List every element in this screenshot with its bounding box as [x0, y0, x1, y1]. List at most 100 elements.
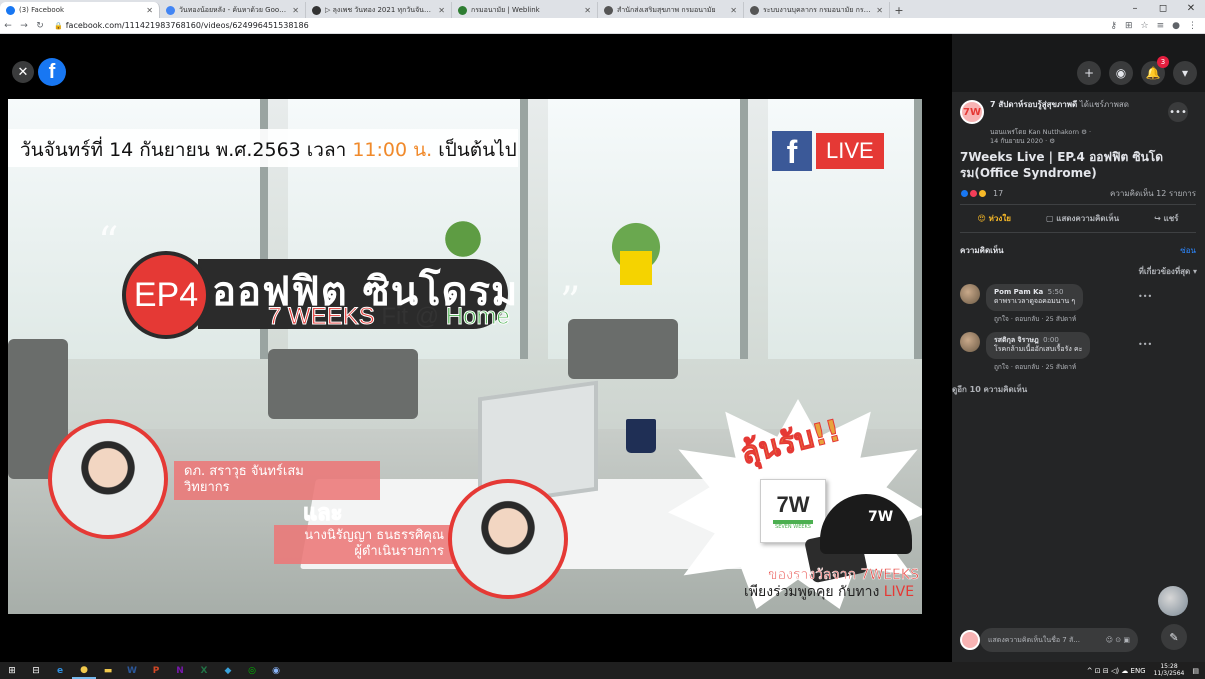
- tab-weblink[interactable]: กรมอนามัย | Weblink ✕: [452, 2, 598, 18]
- comment-more-icon[interactable]: •••: [1138, 340, 1152, 349]
- close-window-button[interactable]: ✕: [1177, 0, 1205, 18]
- forward-arrow-icon[interactable]: →: [16, 21, 32, 31]
- tab-close-icon[interactable]: ✕: [584, 6, 591, 15]
- time-text: 11:00 น.: [352, 139, 433, 161]
- prize-box: 7W SEVEN WEEKS: [760, 479, 826, 543]
- comment-button[interactable]: ▢ แสดงความคิดเห็น: [1046, 212, 1119, 225]
- host2-caption: นางนิรัญญา ธนธรรศิคุณ ผู้ดำเนินรายการ: [274, 525, 454, 564]
- window-controls: – ◻ ✕: [1121, 0, 1205, 18]
- tab-close-icon[interactable]: ✕: [292, 6, 299, 15]
- page-avatar[interactable]: 7W: [960, 100, 984, 124]
- onenote-icon[interactable]: N: [168, 662, 192, 679]
- prize-condition: เพียงร่วมพูดคุย กับทาง: [744, 584, 884, 600]
- share-button[interactable]: ↪ แชร์: [1154, 212, 1178, 225]
- messenger-icon[interactable]: ◉: [1109, 61, 1133, 85]
- word-icon[interactable]: W: [120, 662, 144, 679]
- comment-count[interactable]: ความคิดเห็น 12 รายการ: [1110, 187, 1196, 200]
- live-label: LIVE: [816, 133, 884, 169]
- care-reaction-button[interactable]: 😍 ห่วงใย: [978, 212, 1011, 225]
- tab-personnel[interactable]: ระบบงานบุคลากร กรมอนามัย กระทรว ✕: [744, 2, 890, 18]
- star-icon[interactable]: ☆: [1141, 21, 1149, 31]
- hide-comments-link[interactable]: ซ่อน: [1180, 244, 1196, 257]
- host1-caption: ดภ. สราวุธ จันทร์เสม วิทยากร: [174, 461, 380, 500]
- minimize-button[interactable]: –: [1121, 0, 1149, 18]
- app-icon[interactable]: ◉: [264, 662, 288, 679]
- post-date[interactable]: 14 กันยายน 2020 · ⚙: [990, 137, 1150, 146]
- menu-icon[interactable]: ⋮: [1188, 21, 1197, 31]
- reaction-icons[interactable]: 17: [960, 189, 1003, 198]
- commenter-avatar[interactable]: [960, 332, 980, 352]
- tab-facebook[interactable]: (3) Facebook ✕: [0, 2, 160, 18]
- page-name[interactable]: 7 สัปดาห์รอบรู้สู่สุขภาพดี: [990, 100, 1077, 109]
- create-plus-icon[interactable]: +: [1077, 61, 1101, 85]
- tab-close-icon[interactable]: ✕: [876, 6, 883, 15]
- comment-timestamp[interactable]: 5:50: [1048, 288, 1064, 296]
- tab-google[interactable]: วันทองน้อยหลัง - ค้นหาด้วย Google ✕: [160, 2, 306, 18]
- date-tail-text: เป็นต้นไป: [432, 139, 517, 161]
- maximize-button[interactable]: ◻: [1149, 0, 1177, 18]
- notifications-bell-icon[interactable]: 🔔 3: [1141, 56, 1169, 85]
- notification-center-icon[interactable]: ▤: [1192, 667, 1199, 675]
- comment-sort-dropdown[interactable]: ที่เกี่ยวข้องที่สุด ▾: [1139, 265, 1197, 278]
- tab-close-icon[interactable]: ✕: [730, 6, 737, 15]
- post-more-button[interactable]: •••: [1168, 102, 1188, 122]
- back-arrow-icon[interactable]: ←: [0, 21, 16, 31]
- divider: [960, 232, 1196, 233]
- app-icon[interactable]: ◆: [216, 662, 240, 679]
- line-icon[interactable]: ◎: [240, 662, 264, 679]
- close-viewer-button[interactable]: ✕: [12, 61, 34, 83]
- profile-icon[interactable]: ●: [1172, 21, 1180, 31]
- video-frame[interactable]: วันจันทร์ที่ 14 กันยายน พ.ศ.2563 เวลา 11…: [8, 99, 922, 614]
- tab-close-icon[interactable]: ✕: [438, 6, 445, 15]
- current-user-avatar[interactable]: [960, 630, 980, 650]
- excel-icon[interactable]: X: [192, 662, 216, 679]
- weblink-favicon-icon: [458, 5, 467, 15]
- file-explorer-icon[interactable]: ▬: [96, 662, 120, 679]
- task-view-icon[interactable]: ⊟: [24, 662, 48, 679]
- url-field[interactable]: facebook.com/111421983768160/videos/6249…: [66, 21, 1111, 30]
- commenter-name[interactable]: Pom Pam Ka: [994, 288, 1043, 296]
- tab-health-promotion[interactable]: สำนักส่งเสริมสุขภาพ กรมอนามัย ✕: [598, 2, 744, 18]
- comment-actions[interactable]: ถูกใจ · ตอบกลับ · 25 สัปดาห์: [994, 362, 1076, 372]
- post-side-panel: 7W 7 สัปดาห์รอบรู้สู่สุขภาพดี ได้แชร์ภาพ…: [952, 92, 1205, 662]
- facebook-logo-icon[interactable]: f: [38, 58, 66, 86]
- start-windows-icon[interactable]: ⊞: [0, 662, 24, 679]
- commenter-name[interactable]: รสติกุล จิราษฎ: [994, 336, 1039, 344]
- key-icon[interactable]: ⚷: [1110, 21, 1117, 31]
- tab-title: ▷ ลุงเพช วันทอง 2021 ทุกวันจันทร์-ศ: [325, 5, 435, 14]
- post-author[interactable]: นอนแพร่โดย Kan Nutthakorn ⚙ ·: [990, 128, 1150, 137]
- notification-badge: 3: [1157, 56, 1169, 68]
- translate-icon[interactable]: ⊞: [1125, 21, 1133, 31]
- comment-timestamp[interactable]: 0:00: [1043, 336, 1059, 344]
- close-quote-icon: ”: [560, 279, 581, 325]
- box-brand: SEVEN WEEKS: [775, 524, 811, 530]
- comment-input[interactable]: แสดงความคิดเห็นในชื่อ 7 สั... ☺ ⊙ ▣: [980, 628, 1138, 652]
- reading-list-icon[interactable]: ≡: [1157, 21, 1165, 31]
- host1-name: ดภ. สราวุธ จันทร์เสม: [184, 464, 304, 479]
- clock[interactable]: 15:28 11/3/2564: [1154, 663, 1185, 677]
- comments-title: ความคิดเห็น: [960, 246, 1004, 255]
- lock-icon[interactable]: 🔒: [54, 22, 63, 30]
- new-tab-button[interactable]: +: [890, 2, 908, 18]
- box-logo: 7W: [776, 492, 810, 517]
- edge-browser-icon[interactable]: e: [48, 662, 72, 679]
- host2-name: นางนิรัญญา ธนธรรศิคุณ: [304, 528, 444, 543]
- tray-icons[interactable]: ^ ⊡ ⊟ ◁) ☁ ENG: [1087, 667, 1146, 675]
- chrome-browser-icon[interactable]: ●: [72, 662, 96, 679]
- tab-close-icon[interactable]: ✕: [146, 6, 153, 15]
- view-more-comments-link[interactable]: ดูอีก 10 ความคิดเห็น: [952, 383, 1027, 396]
- comment-input-placeholder: แสดงความคิดเห็นในชื่อ 7 สั...: [988, 635, 1080, 644]
- account-caret-icon[interactable]: ▾: [1173, 61, 1197, 85]
- reload-icon[interactable]: ↻: [32, 21, 48, 31]
- commenter-avatar[interactable]: [960, 284, 980, 304]
- tab-title: สำนักส่งเสริมสุขภาพ กรมอนามัย: [617, 5, 716, 14]
- chat-contact-avatar[interactable]: [1158, 586, 1188, 616]
- comment-more-icon[interactable]: •••: [1138, 292, 1152, 301]
- powerpoint-icon[interactable]: P: [144, 662, 168, 679]
- emoji-camera-gif-icons[interactable]: ☺ ⊙ ▣: [1106, 636, 1130, 644]
- new-message-icon[interactable]: ✎: [1161, 624, 1187, 650]
- comment-actions[interactable]: ถูกใจ · ตอบกลับ · 25 สัปดาห์: [994, 314, 1076, 324]
- reaction-summary: 17 ความคิดเห็น 12 รายการ: [960, 187, 1196, 200]
- tab-youtube[interactable]: ▷ ลุงเพช วันทอง 2021 ทุกวันจันทร์-ศ ✕: [306, 2, 452, 18]
- chair-image: [268, 349, 418, 419]
